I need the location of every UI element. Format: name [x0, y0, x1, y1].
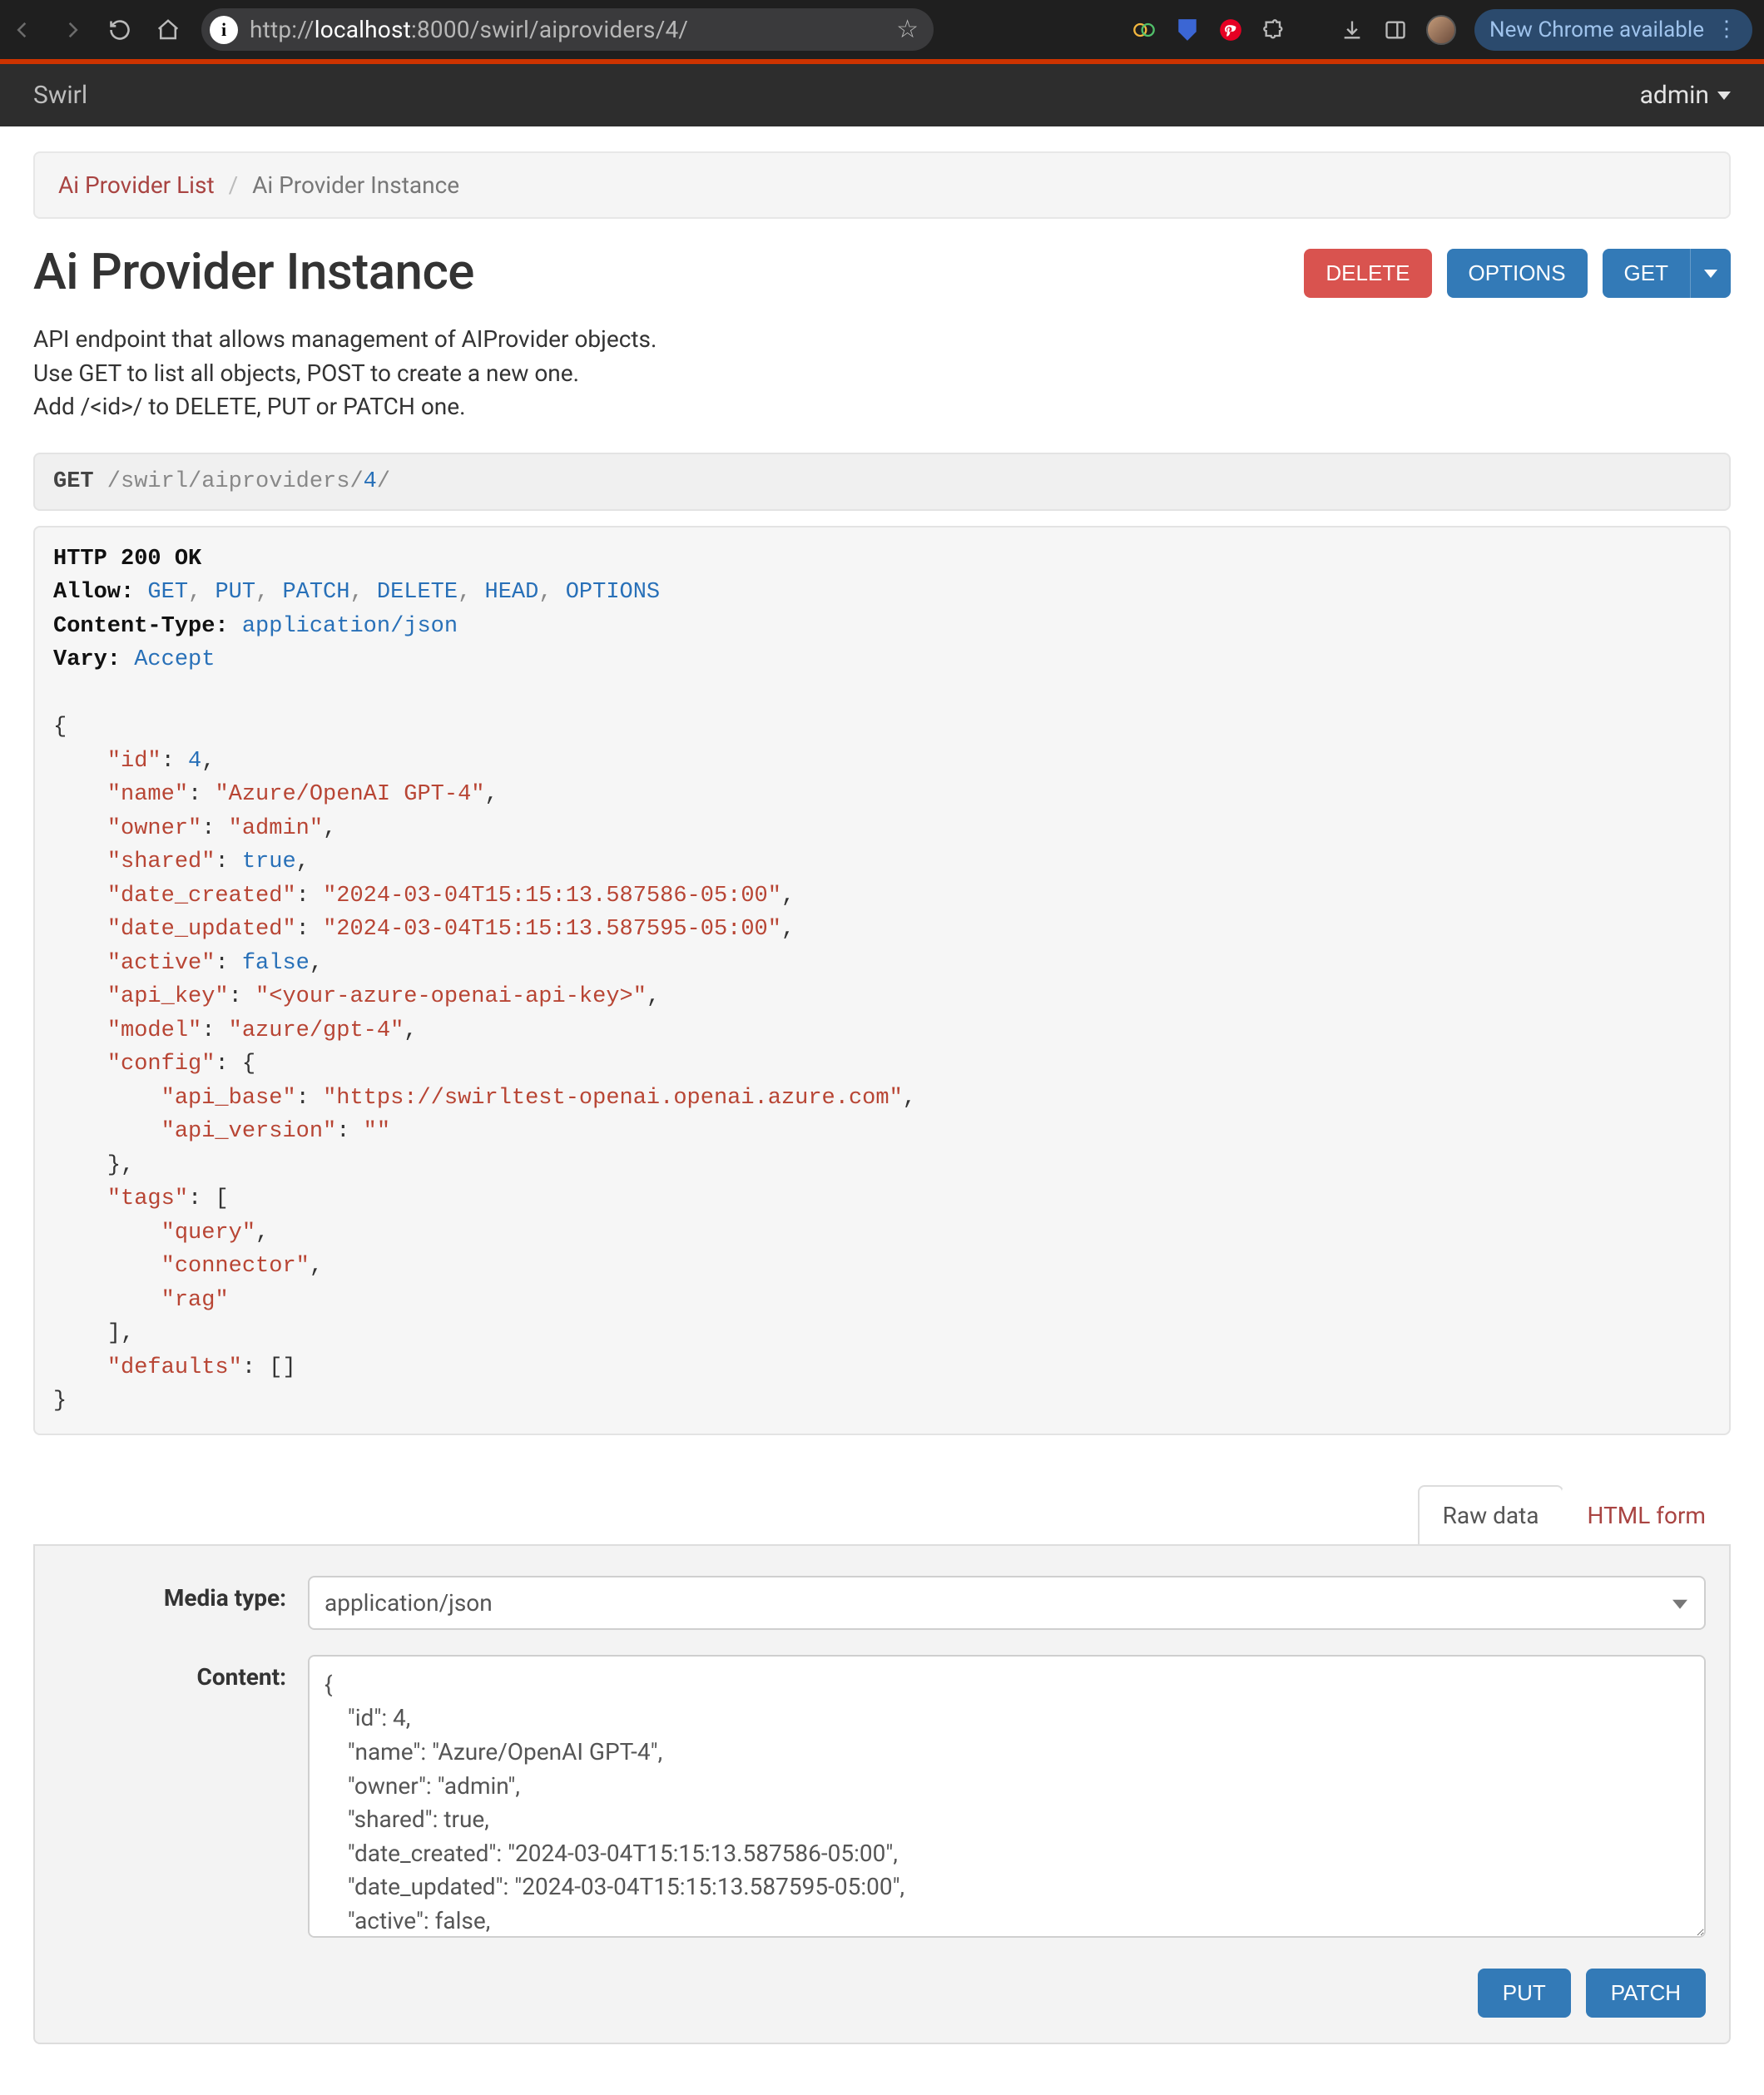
- reload-icon[interactable]: [105, 15, 135, 45]
- json-api-base: https://swirltest-openai.openai.azure.co…: [336, 1086, 889, 1111]
- tab-raw-data[interactable]: Raw data: [1418, 1485, 1564, 1544]
- json-id: 4: [188, 749, 201, 774]
- get-dropdown-toggle[interactable]: [1690, 249, 1731, 298]
- request-path: /swirl/aiproviders/: [94, 469, 364, 494]
- chevron-down-icon: [1704, 270, 1717, 278]
- vary-value: Accept: [134, 647, 215, 672]
- chrome-update-pill[interactable]: New Chrome available ⋮: [1474, 9, 1752, 51]
- ctype-value: application/json: [242, 614, 458, 639]
- lead-line-1: API endpoint that allows management of A…: [33, 325, 657, 353]
- browser-toolbar: i http://localhost:8000/swirl/aiprovider…: [0, 0, 1764, 59]
- request-path-tail: /: [377, 469, 390, 494]
- content-label: Content:: [58, 1655, 308, 1691]
- home-icon[interactable]: [153, 15, 183, 45]
- action-buttons: DELETE OPTIONS GET: [1304, 249, 1731, 298]
- content-textarea[interactable]: { "id": 4, "name": "Azure/OpenAI GPT-4",…: [308, 1655, 1706, 1938]
- url-path: :8000/swirl/aiproviders/4/: [411, 16, 688, 43]
- json-date-updated: 2024-03-04T15:15:13.587595-05:00: [336, 917, 767, 942]
- chevron-down-icon: [1717, 92, 1731, 100]
- lead-line-2: Use GET to list all objects, POST to cre…: [33, 359, 579, 387]
- response-status: HTTP 200 OK: [53, 547, 201, 572]
- extension-icon-1[interactable]: [1132, 17, 1157, 42]
- json-tag-2: rag: [175, 1288, 216, 1313]
- page-title: Ai Provider Instance: [33, 242, 474, 301]
- breadcrumb-sep: /: [229, 171, 239, 199]
- options-button[interactable]: OPTIONS: [1447, 249, 1588, 298]
- user-menu[interactable]: admin: [1640, 81, 1731, 110]
- json-date-created: 2024-03-04T15:15:13.587586-05:00: [336, 884, 767, 909]
- json-api-key: <your-azure-openai-api-key>: [269, 984, 632, 1009]
- breadcrumb: Ai Provider List / Ai Provider Instance: [33, 151, 1731, 219]
- page-description: API endpoint that allows management of A…: [33, 323, 1731, 424]
- request-id: 4: [364, 469, 377, 494]
- chrome-update-text: New Chrome available: [1489, 17, 1704, 42]
- site-info-icon[interactable]: i: [210, 16, 238, 44]
- address-bar[interactable]: i http://localhost:8000/swirl/aiprovider…: [201, 8, 934, 51]
- extensions-puzzle-icon[interactable]: [1261, 17, 1286, 42]
- lead-line-3: Add /<id>/ to DELETE, PUT or PATCH one.: [33, 393, 466, 420]
- patch-button[interactable]: PATCH: [1586, 1969, 1706, 2018]
- media-type-label: Media type:: [58, 1576, 308, 1612]
- brand-title[interactable]: Swirl: [33, 81, 87, 110]
- json-tag-0: query: [175, 1221, 242, 1246]
- json-model: azure/gpt-4: [242, 1018, 390, 1043]
- ctype-label: Content-Type:: [53, 614, 229, 639]
- back-icon[interactable]: [8, 15, 38, 45]
- forward-icon[interactable]: [57, 15, 87, 45]
- extension-icon-2[interactable]: [1175, 17, 1200, 42]
- json-tag-1: connector: [175, 1254, 296, 1279]
- response-panel: HTTP 200 OK Allow: GET, PUT, PATCH, DELE…: [33, 526, 1731, 1435]
- side-panel-icon[interactable]: [1383, 17, 1408, 42]
- media-type-select[interactable]: application/json: [308, 1576, 1706, 1630]
- vary-label: Vary:: [53, 647, 121, 672]
- extension-icon-3[interactable]: [1218, 17, 1243, 42]
- json-name: Azure/OpenAI GPT-4: [229, 782, 472, 807]
- download-icon[interactable]: [1340, 17, 1365, 42]
- profile-avatar[interactable]: [1426, 15, 1456, 45]
- delete-button[interactable]: DELETE: [1304, 249, 1431, 298]
- kebab-menu-icon[interactable]: ⋮: [1716, 25, 1737, 33]
- url-text: http://localhost:8000/swirl/aiproviders/…: [250, 16, 688, 43]
- tab-html-form[interactable]: HTML form: [1562, 1485, 1731, 1544]
- bookmark-star-icon[interactable]: ☆: [896, 15, 919, 44]
- form-panel: Media type: application/json Content: { …: [33, 1544, 1731, 2044]
- url-scheme: http://: [250, 16, 315, 43]
- user-name: admin: [1640, 81, 1709, 110]
- breadcrumb-current: Ai Provider Instance: [252, 171, 459, 199]
- allow-value: GET, PUT, PATCH, DELETE, HEAD, OPTIONS: [147, 580, 660, 605]
- url-host: localhost: [315, 16, 411, 43]
- request-line: GET /swirl/aiproviders/4/: [33, 453, 1731, 511]
- allow-label: Allow:: [53, 580, 134, 605]
- request-verb: GET: [53, 469, 94, 494]
- breadcrumb-root-link[interactable]: Ai Provider List: [58, 171, 215, 199]
- get-button[interactable]: GET: [1603, 249, 1690, 298]
- json-owner: admin: [242, 816, 310, 841]
- put-button[interactable]: PUT: [1478, 1969, 1571, 2018]
- app-navbar: Swirl admin: [0, 64, 1764, 126]
- form-tabs: Raw data HTML form: [33, 1485, 1731, 1544]
